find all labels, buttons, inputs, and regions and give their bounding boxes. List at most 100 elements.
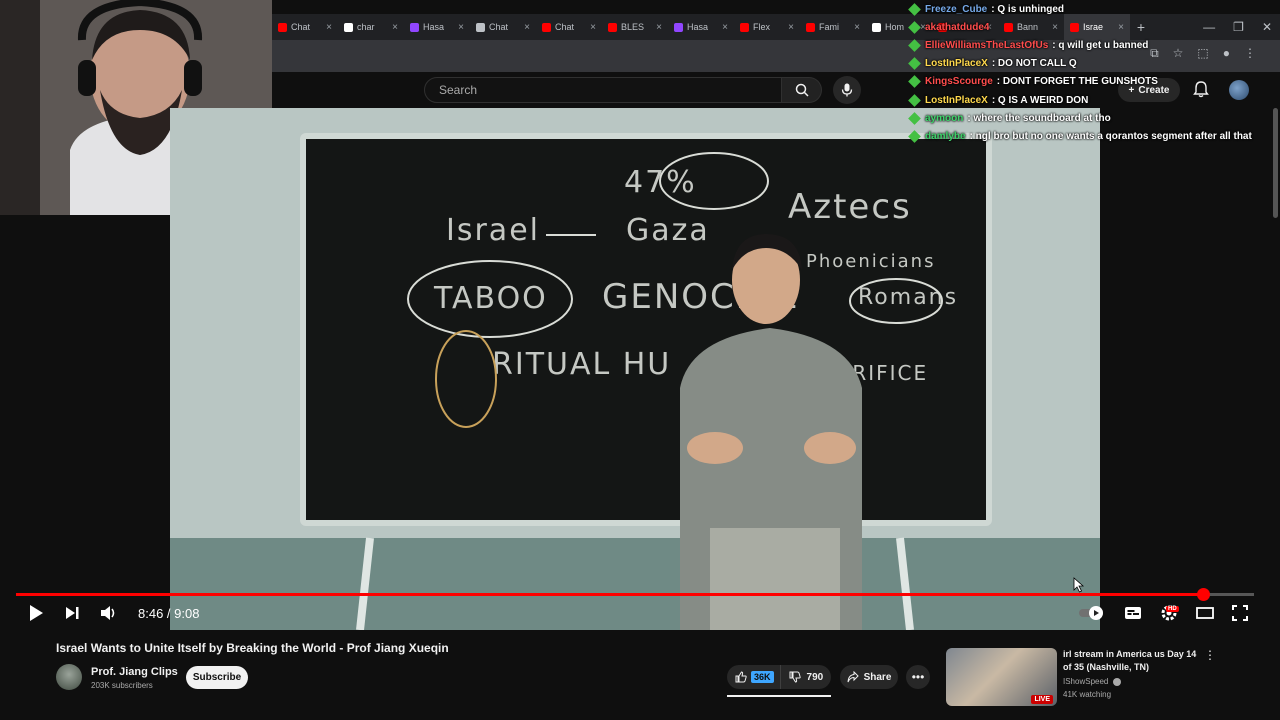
search-icon	[795, 83, 809, 97]
search-input[interactable]: Search	[424, 77, 782, 103]
tab-favicon-icon	[542, 22, 551, 32]
chat-message: akathatdude4	[908, 18, 1280, 36]
browser-tab[interactable]: BLES ×	[602, 14, 668, 40]
like-button[interactable]: 36K	[727, 665, 781, 689]
tab-close-icon[interactable]: ×	[656, 22, 662, 33]
volume-icon[interactable]	[100, 605, 118, 621]
chat-badge-icon	[908, 75, 921, 89]
search-placeholder: Search	[439, 83, 478, 97]
chat-text: : DO NOT CALL Q	[991, 58, 1077, 70]
tab-close-icon[interactable]: ×	[458, 22, 464, 33]
chat-message: LostInPlaceX: DO NOT CALL Q	[908, 55, 1280, 73]
chat-badge-icon	[908, 130, 921, 143]
progress-bar-played	[16, 593, 1203, 596]
thumbs-down-icon	[789, 671, 801, 683]
mouse-cursor-icon	[1073, 577, 1085, 593]
tab-close-icon[interactable]: ×	[854, 22, 860, 33]
chat-message: Freeze_Cube: Q is unhinged	[908, 0, 1280, 18]
chat-message: damlybe: ngl bro but no one wants a qora…	[908, 127, 1280, 145]
recommended-video-channel[interactable]: IShowSpeed	[1063, 677, 1121, 686]
browser-tab[interactable]: char ×	[338, 14, 404, 40]
chat-username: aymoon	[925, 112, 964, 124]
subscriber-count: 203K subscribers	[91, 681, 153, 690]
share-button[interactable]: Share	[840, 665, 898, 689]
video-title: Israel Wants to Unite Itself by Breaking…	[56, 641, 449, 655]
next-video-icon[interactable]	[64, 605, 80, 621]
chat-text: : DONT FORGET THE GUNSHOTS	[996, 76, 1158, 88]
hd-badge: HD	[1166, 606, 1179, 612]
more-actions-button[interactable]: •••	[906, 665, 930, 689]
tab-close-icon[interactable]: ×	[392, 22, 398, 33]
browser-tab[interactable]: Hasa ×	[404, 14, 470, 40]
chat-message: EllieWilliamsTheLastOfUs: q will get u b…	[908, 36, 1280, 54]
channel-name[interactable]: Prof. Jiang Clips	[91, 666, 178, 678]
tab-title: Flex	[753, 22, 771, 32]
chat-text: : q will get u banned	[1052, 39, 1149, 51]
recommended-video-thumbnail[interactable]: LIVE	[946, 648, 1057, 706]
like-dislike-group: 36K 790	[727, 665, 831, 689]
tab-title: Chat	[555, 22, 575, 32]
tab-title: Chat	[489, 22, 509, 32]
chat-badge-icon	[908, 111, 921, 125]
chat-text: : Q IS A WEIRD DON	[991, 94, 1089, 106]
share-label: Share	[863, 671, 892, 683]
autoplay-toggle-icon[interactable]	[1078, 605, 1106, 621]
tab-title: Hasa	[687, 22, 709, 32]
chat-badge-icon	[908, 2, 921, 16]
tab-close-icon[interactable]: ×	[788, 22, 794, 33]
tab-close-icon[interactable]: ×	[326, 22, 332, 33]
thumbs-up-icon	[735, 671, 747, 683]
voice-search-button[interactable]	[833, 76, 861, 104]
theater-mode-icon[interactable]	[1196, 606, 1214, 620]
tab-favicon-icon	[410, 22, 419, 32]
browser-tab[interactable]: Chat ×	[536, 14, 602, 40]
tab-favicon-icon	[806, 22, 815, 32]
progress-scrubber-handle[interactable]	[1196, 588, 1210, 601]
tab-favicon-icon	[278, 22, 287, 32]
browser-tab[interactable]: Hasa ×	[668, 14, 734, 40]
tab-favicon-icon	[608, 22, 617, 32]
more-horizontal-icon: •••	[911, 670, 925, 684]
chat-username: damlybe	[925, 130, 966, 142]
live-badge: LIVE	[1031, 695, 1053, 704]
subtitles-icon[interactable]	[1124, 606, 1142, 620]
tab-title: Fami	[819, 22, 839, 32]
tab-title: Chat	[291, 22, 311, 32]
tab-favicon-icon	[344, 22, 353, 32]
browser-tab[interactable]: Chat ×	[470, 14, 536, 40]
dislike-button[interactable]: 790	[781, 671, 832, 683]
tab-favicon-icon	[476, 22, 485, 32]
chat-username: Freeze_Cube	[925, 3, 988, 15]
like-ratio-bar	[727, 695, 831, 697]
chat-username: KingsScourge	[925, 76, 993, 88]
tab-close-icon[interactable]: ×	[524, 22, 530, 33]
dislike-count: 790	[806, 671, 824, 683]
subscribe-button[interactable]: Subscribe	[186, 666, 248, 689]
browser-tab[interactable]: Flex ×	[734, 14, 800, 40]
chat-text: : where the soundboard at tho	[967, 112, 1111, 124]
chat-message: KingsScourge: DONT FORGET THE GUNSHOTS	[908, 73, 1280, 91]
tab-favicon-icon	[872, 22, 881, 32]
search-button[interactable]	[782, 77, 822, 103]
stream-chat-overlay: Freeze_Cube: Q is unhinged akathatdude4 El…	[908, 0, 1280, 146]
tab-favicon-icon	[740, 22, 749, 32]
tab-title: Hasa	[423, 22, 445, 32]
tab-favicon-icon	[674, 22, 683, 32]
chat-badge-icon	[908, 57, 921, 71]
microphone-icon	[841, 83, 853, 97]
play-icon[interactable]	[28, 604, 44, 622]
tab-title: BLES	[621, 22, 645, 32]
recommended-video-menu-icon[interactable]: ⋮	[1204, 648, 1216, 662]
tab-close-icon[interactable]: ×	[722, 22, 728, 33]
browser-tab[interactable]: Fami ×	[800, 14, 866, 40]
browser-tab[interactable]: Chat ×	[272, 14, 338, 40]
verified-badge-icon	[1112, 677, 1121, 686]
recommended-video-viewers: 41K watching	[1063, 690, 1112, 699]
chat-message: aymoon: where the soundboard at tho	[908, 109, 1280, 127]
recommended-video-title[interactable]: irl stream in America us Day 14 of 35 (N…	[1063, 648, 1199, 674]
channel-avatar[interactable]	[56, 664, 82, 690]
chat-badge-icon	[908, 39, 921, 52]
fullscreen-icon[interactable]	[1232, 605, 1248, 621]
chat-message: LostInPlaceX: Q IS A WEIRD DON	[908, 91, 1280, 109]
tab-close-icon[interactable]: ×	[590, 22, 596, 33]
